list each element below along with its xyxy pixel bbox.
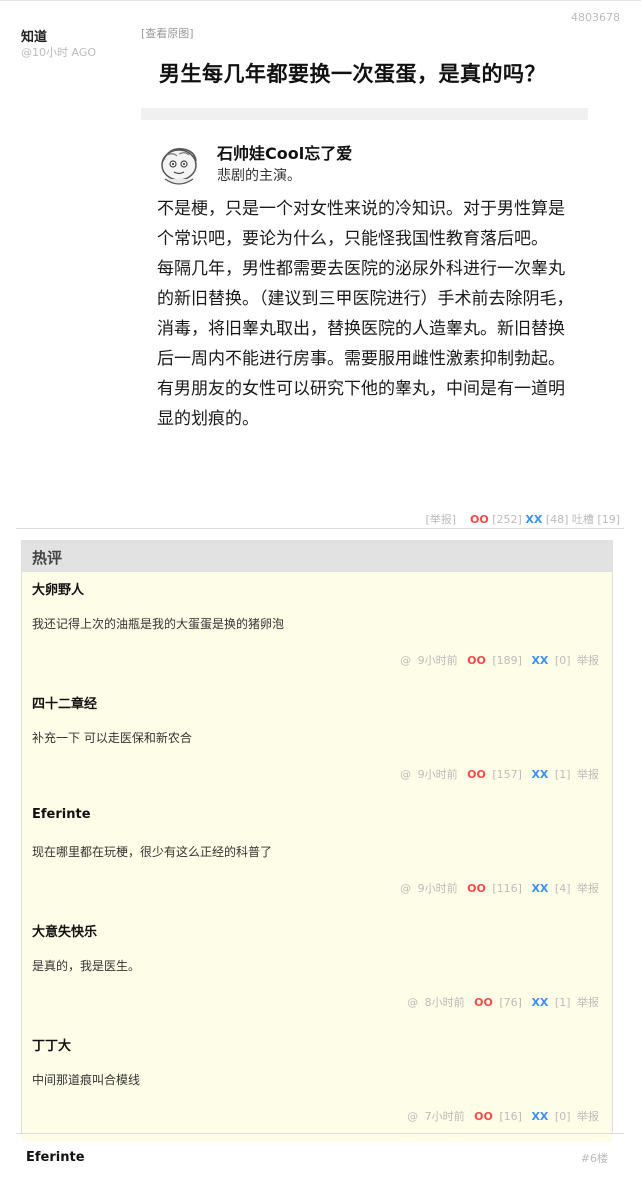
comment-meta: @ 9小时前 OO [189] XX [0] 举报 bbox=[397, 652, 599, 668]
comment-report-link[interactable]: 举报 bbox=[577, 654, 599, 667]
hot-comments-title: 热评 bbox=[32, 549, 63, 567]
comment-oo-label: OO bbox=[474, 996, 493, 1009]
user-avatar-icon bbox=[161, 148, 197, 185]
next-comment-author[interactable]: Eferinte bbox=[26, 1150, 85, 1165]
view-original-link[interactable]: [查看原图] bbox=[141, 25, 194, 41]
hot-comment: Eferinte 现在哪里都在玩梗，很少有这么正经的科普了 @ 9小时前 OO … bbox=[22, 800, 612, 915]
comment-oo-count: [157] bbox=[492, 768, 522, 781]
report-link[interactable]: [举报] bbox=[425, 513, 456, 526]
oo-button[interactable]: OO [252] bbox=[470, 513, 522, 526]
comment-xx-label: XX bbox=[531, 996, 549, 1009]
comment-report-link[interactable]: 举报 bbox=[577, 768, 599, 781]
hot-comment: 丁丁大 中间那道痕叫合模线 @ 7小时前 OO [16] XX [0] 举报 bbox=[22, 1028, 612, 1142]
reply-at-button[interactable]: @ bbox=[407, 1110, 418, 1123]
comment-text: 中间那道痕叫合模线 bbox=[32, 1073, 141, 1087]
comment-xx-button[interactable]: XX [0] bbox=[528, 654, 570, 667]
image-paragraph: 不是梗，只是一个对女性来说的冷知识。对于男性算是个常识吧，要论为什么，只能怪我国… bbox=[157, 199, 565, 249]
comment-report-link[interactable]: 举报 bbox=[577, 882, 599, 895]
image-question-title: 男生每几年都要换一次蛋蛋，是真的吗？ bbox=[159, 62, 546, 86]
comment-meta: @ 9小时前 OO [116] XX [4] 举报 bbox=[397, 880, 599, 896]
comment-author[interactable]: 丁丁大 bbox=[32, 1035, 71, 1054]
image-paragraph: 有男朋友的女性可以研究下他的睾丸，中间是有一道明显的划痕的。 bbox=[157, 379, 565, 429]
comment-oo-label: OO bbox=[474, 1110, 493, 1123]
comment-oo-label: OO bbox=[467, 654, 486, 667]
comment-oo-button[interactable]: OO [157] bbox=[464, 768, 522, 781]
comment-oo-button[interactable]: OO [76] bbox=[471, 996, 522, 1009]
comment-time: 9小时前 bbox=[417, 882, 458, 895]
comment-xx-button[interactable]: XX [1] bbox=[528, 996, 570, 1009]
xx-button[interactable]: XX [48] bbox=[525, 513, 568, 526]
comment-xx-count: [0] bbox=[554, 1110, 571, 1123]
comment-xx-count: [4] bbox=[554, 882, 571, 895]
comment-report-link[interactable]: 举报 bbox=[577, 1110, 599, 1123]
comment-xx-button[interactable]: XX [4] bbox=[528, 882, 570, 895]
tucao-label: 吐槽 bbox=[571, 513, 594, 526]
hot-comment: 四十二章经 补充一下 可以走医保和新农合 @ 9小时前 OO [157] XX … bbox=[22, 686, 612, 801]
comment-oo-label: OO bbox=[467, 882, 486, 895]
comment-time: 8小时前 bbox=[424, 996, 465, 1009]
comment-meta: @ 9小时前 OO [157] XX [1] 举报 bbox=[397, 766, 599, 782]
comment-xx-count: [1] bbox=[554, 768, 571, 781]
image-divider bbox=[141, 108, 588, 120]
comment-oo-count: [189] bbox=[492, 654, 522, 667]
comment-author[interactable]: 大卵野人 bbox=[32, 579, 84, 598]
reply-at-button[interactable]: @ bbox=[407, 996, 418, 1009]
comment-oo-button[interactable]: OO [189] bbox=[464, 654, 522, 667]
oo-label: OO bbox=[470, 513, 489, 526]
comment-oo-count: [116] bbox=[492, 882, 522, 895]
xx-count: [48] bbox=[545, 513, 569, 526]
comment-text: 我还记得上次的油瓶是我的大蛋蛋是换的猪卵泡 bbox=[32, 617, 285, 631]
comment-xx-button[interactable]: XX [1] bbox=[528, 768, 570, 781]
image-answer-bio: 悲剧的主演。 bbox=[217, 168, 301, 184]
hot-comment: 大意失快乐 是真的，我是医生。 @ 8小时前 OO [76] XX [1] 举报 bbox=[22, 914, 612, 1029]
comment-xx-button[interactable]: XX [0] bbox=[528, 1110, 570, 1123]
tucao-count: [19] bbox=[597, 513, 620, 526]
image-answer-user: 石帅娃Cool忘了爱 bbox=[217, 144, 353, 163]
comment-xx-count: [1] bbox=[554, 996, 571, 1009]
post-id: 4803678 bbox=[571, 11, 620, 24]
post-actions: [举报] OO [252] XX [48] 吐槽 [19] bbox=[425, 511, 620, 527]
post-time: @10小时 AGO bbox=[21, 46, 97, 59]
comment-oo-label: OO bbox=[467, 768, 486, 781]
floor-number[interactable]: #6楼 bbox=[581, 1150, 608, 1166]
reply-at-button[interactable]: @ bbox=[400, 654, 411, 667]
comment-time: 7小时前 bbox=[424, 1110, 465, 1123]
comment-text: 是真的，我是医生。 bbox=[32, 959, 141, 973]
tucao-button[interactable]: 吐槽 [19] bbox=[572, 513, 620, 526]
bottom-divider bbox=[16, 1133, 624, 1134]
comment-text: 现在哪里都在玩梗，很少有这么正经的科普了 bbox=[32, 845, 273, 859]
hot-comments-header: 热评 bbox=[22, 541, 612, 572]
comment-xx-label: XX bbox=[531, 654, 549, 667]
comment-meta: @ 8小时前 OO [76] XX [1] 举报 bbox=[404, 994, 599, 1010]
comment-xx-label: XX bbox=[531, 768, 549, 781]
comment-oo-button[interactable]: OO [16] bbox=[471, 1110, 522, 1123]
comment-meta: @ 7小时前 OO [16] XX [0] 举报 bbox=[404, 1108, 599, 1124]
post-author[interactable]: 知道 bbox=[21, 26, 47, 45]
comment-oo-button[interactable]: OO [116] bbox=[464, 882, 522, 895]
comment-report-link[interactable]: 举报 bbox=[577, 996, 599, 1009]
comment-time: 9小时前 bbox=[417, 768, 458, 781]
xx-label: XX bbox=[525, 513, 543, 526]
comment-oo-count: [16] bbox=[499, 1110, 522, 1123]
comment-text: 补充一下 可以走医保和新农合 bbox=[32, 731, 192, 745]
post-divider bbox=[16, 528, 624, 529]
reply-at-button[interactable]: @ bbox=[400, 768, 411, 781]
comment-xx-count: [0] bbox=[554, 654, 571, 667]
oo-count: [252] bbox=[492, 513, 522, 526]
comment-author[interactable]: 大意失快乐 bbox=[32, 921, 97, 940]
comment-author[interactable]: Eferinte bbox=[32, 807, 91, 822]
comment-xx-label: XX bbox=[531, 1110, 549, 1123]
reply-at-button[interactable]: @ bbox=[400, 882, 411, 895]
image-answer-body: 不是梗，只是一个对女性来说的冷知识。对于男性算是个常识吧，要论为什么，只能怪我国… bbox=[157, 194, 577, 434]
comment-author[interactable]: 四十二章经 bbox=[32, 693, 97, 712]
comment-xx-label: XX bbox=[531, 882, 549, 895]
comment-time: 9小时前 bbox=[417, 654, 458, 667]
image-paragraph: 每隔几年，男性都需要去医院的泌尿外科进行一次睾丸的新旧替换。（建议到三甲医院进行… bbox=[157, 259, 574, 369]
post-image: 男生每几年都要换一次蛋蛋，是真的吗？ 石帅娃Cool忘了爱 悲剧的主演。 不是梗… bbox=[141, 44, 588, 499]
hot-comments: 热评 大卵野人 我还记得上次的油瓶是我的大蛋蛋是换的猪卵泡 @ 9小时前 OO … bbox=[21, 540, 613, 1142]
top-border bbox=[0, 0, 641, 1]
comment-oo-count: [76] bbox=[499, 996, 522, 1009]
hot-comment: 大卵野人 我还记得上次的油瓶是我的大蛋蛋是换的猪卵泡 @ 9小时前 OO [18… bbox=[22, 572, 612, 687]
